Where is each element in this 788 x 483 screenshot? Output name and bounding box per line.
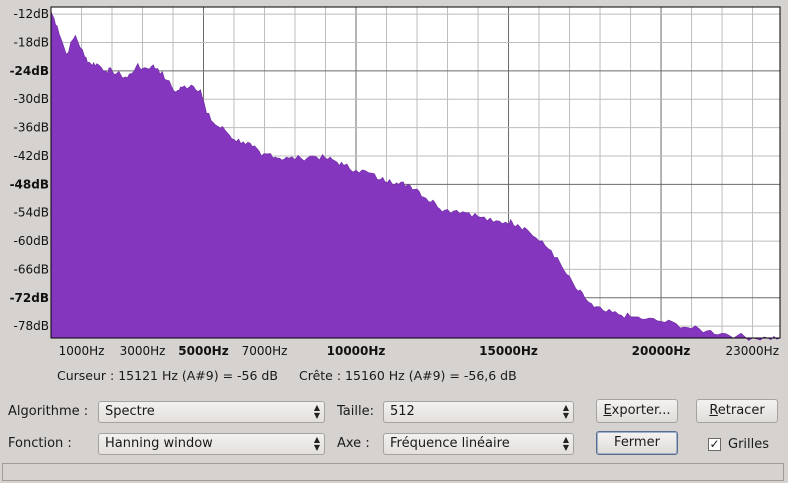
y-tick-label: -12dB: [14, 7, 49, 21]
combo-arrows-icon: ▲ ▼: [313, 403, 320, 420]
close-button[interactable]: Fermer: [596, 431, 678, 455]
function-label: Fonction :: [8, 436, 72, 451]
y-tick-label: -48dB: [10, 177, 49, 191]
y-tick-label: -42dB: [14, 149, 49, 163]
y-tick-label: -66dB: [14, 262, 49, 276]
x-tick-label: 20000Hz: [632, 344, 691, 358]
function-select[interactable]: Hanning window ▲ ▼: [98, 433, 325, 455]
x-tick-label: 10000Hz: [327, 344, 386, 358]
grid-checkbox[interactable]: ✓: [708, 438, 721, 451]
x-tick-label: 23000Hz: [726, 344, 780, 358]
y-axis-labels: -12dB -18dB -24dB -30dB -36dB -42dB -48dB -54dB…: [10, 7, 49, 333]
grid-checkbox-label[interactable]: Grilles: [728, 437, 769, 452]
combo-arrows-icon: ▲ ▼: [313, 435, 320, 452]
y-tick-label: -78dB: [14, 319, 49, 333]
export-button[interactable]: Exporter...: [596, 399, 678, 423]
status-bar: [2, 463, 784, 481]
algorithm-label: Algorithme :: [8, 404, 89, 419]
x-tick-label: 7000Hz: [242, 344, 288, 358]
y-tick-label: -36dB: [14, 121, 49, 135]
combo-arrows-icon: ▲ ▼: [562, 435, 569, 452]
x-axis-labels: 1000Hz 3000Hz 5000Hz 7000Hz 10000Hz 15000Hz 20…: [59, 344, 779, 358]
x-tick-label: 5000Hz: [178, 344, 228, 358]
redraw-button[interactable]: Retracer: [696, 399, 778, 423]
cursor-readout: Curseur : 15121 Hz (A#9) = -56 dB: [57, 368, 278, 383]
algorithm-value: Spectre: [105, 404, 155, 419]
x-tick-label: 1000Hz: [59, 344, 105, 358]
spectrum-plot[interactable]: -12dB -18dB -24dB -30dB -36dB -42dB -48dB -54dB…: [0, 0, 788, 362]
y-tick-label: -60dB: [14, 234, 49, 248]
y-tick-label: -72dB: [10, 291, 49, 305]
y-tick-label: -54dB: [14, 206, 49, 220]
function-value: Hanning window: [105, 436, 213, 451]
y-tick-label: -24dB: [10, 64, 49, 78]
peak-readout: Crête : 15160 Hz (A#9) = -56,6 dB: [299, 368, 517, 383]
combo-arrows-icon: ▲ ▼: [562, 403, 569, 420]
axis-label: Axe :: [337, 436, 370, 451]
size-label: Taille:: [337, 404, 374, 419]
size-select[interactable]: 512 ▲ ▼: [383, 401, 574, 423]
y-tick-label: -30dB: [14, 92, 49, 106]
x-tick-label: 3000Hz: [120, 344, 166, 358]
axis-select[interactable]: Fréquence linéaire ▲ ▼: [383, 433, 574, 455]
axis-value: Fréquence linéaire: [390, 436, 510, 451]
size-value: 512: [390, 404, 415, 419]
algorithm-select[interactable]: Spectre ▲ ▼: [98, 401, 325, 423]
y-tick-label: -18dB: [14, 35, 49, 49]
x-tick-label: 15000Hz: [479, 344, 538, 358]
